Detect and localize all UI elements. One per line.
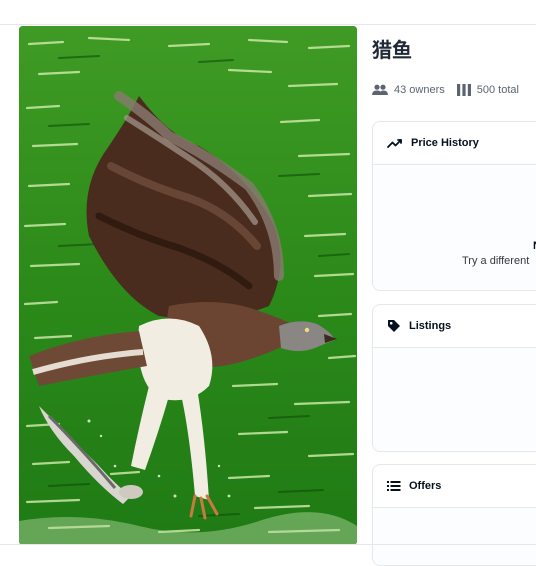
price-history-panel: Price History N Try a different	[372, 121, 536, 291]
total-stat: 500 total	[456, 84, 519, 96]
owners-count: 43 owners	[394, 84, 445, 96]
list-icon	[387, 481, 401, 491]
offers-header[interactable]: Offers	[373, 465, 536, 508]
nft-artwork-image[interactable]	[19, 26, 357, 545]
item-title: 猎鱼	[372, 38, 412, 62]
listings-title: Listings	[409, 320, 452, 332]
price-history-empty-subtitle: Try a different	[462, 255, 530, 267]
eagle-fishing-painting	[19, 26, 357, 545]
listings-header[interactable]: Listings	[373, 305, 536, 348]
total-count: 500 total	[476, 84, 519, 96]
tag-icon	[388, 320, 400, 332]
price-history-header[interactable]: Price History	[373, 122, 536, 165]
listings-panel: Listings	[372, 304, 536, 452]
header-divider	[0, 24, 536, 25]
trending-up-icon	[387, 139, 402, 148]
people-icon	[372, 84, 388, 95]
price-history-title: Price History	[411, 137, 479, 149]
owners-stat[interactable]: 43 owners	[372, 84, 445, 96]
price-history-body: N Try a different	[373, 165, 536, 290]
offers-panel: Offers	[372, 464, 536, 566]
grid-columns-icon	[456, 84, 471, 96]
offers-body	[373, 508, 536, 565]
listings-body	[373, 348, 536, 451]
item-stats: 43 owners 500 total	[372, 84, 531, 96]
offers-title: Offers	[409, 480, 442, 492]
footer-divider	[0, 544, 536, 545]
